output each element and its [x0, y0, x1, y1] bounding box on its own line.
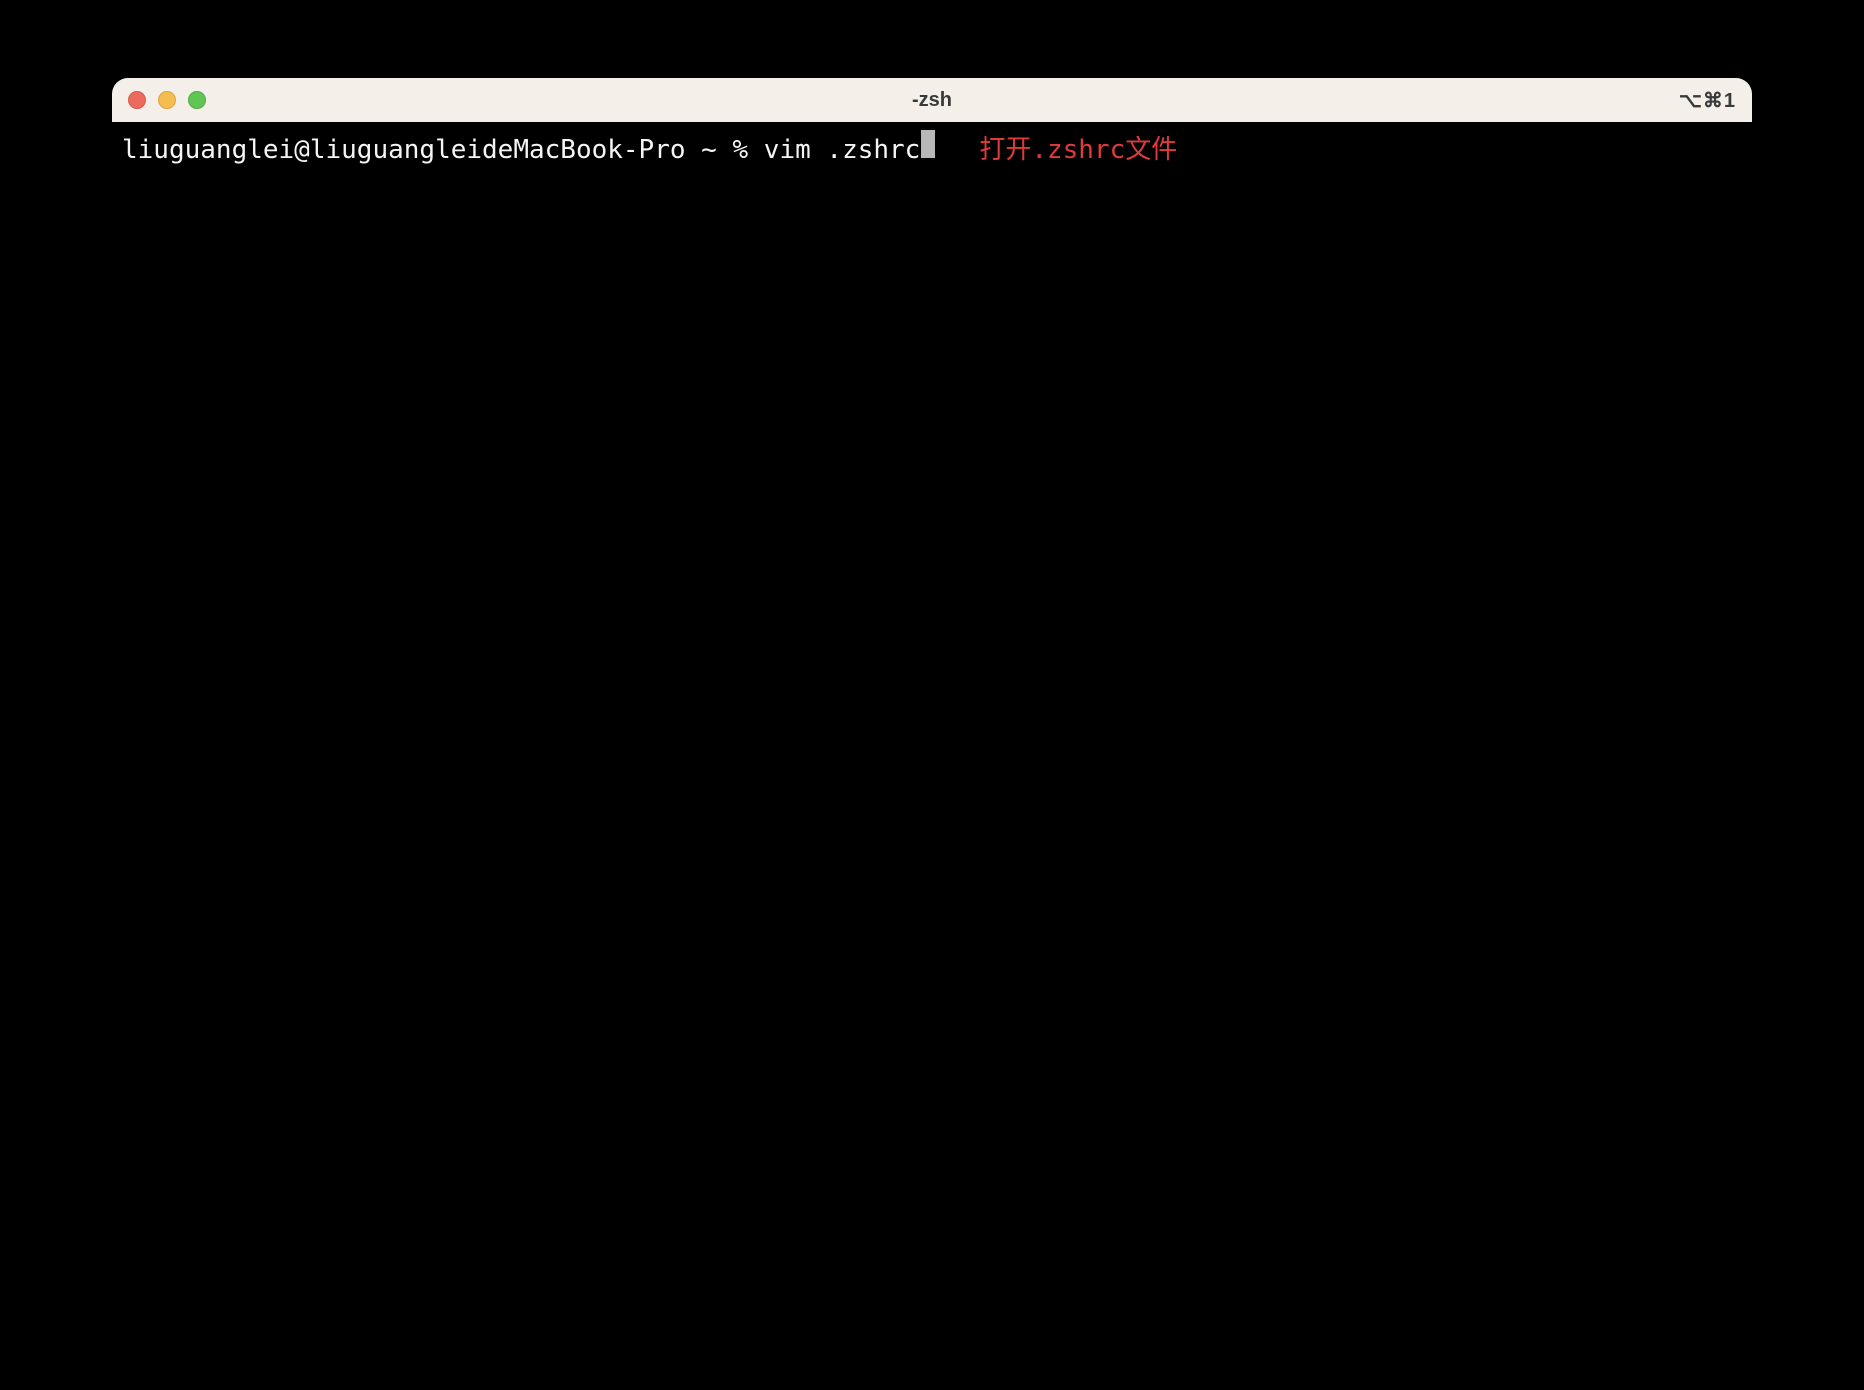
- terminal-window: -zsh ⌥⌘1 liuguanglei@liuguangleideMacBoo…: [112, 78, 1752, 1238]
- shortcut-indicator: ⌥⌘1: [1679, 88, 1736, 113]
- annotation-text: 打开.zshrc文件: [979, 132, 1177, 168]
- shell-prompt: liuguanglei@liuguangleideMacBook-Pro ~ %: [122, 132, 764, 168]
- title-bar: -zsh ⌥⌘1: [112, 78, 1752, 122]
- command-text: vim .zshrc: [764, 132, 921, 168]
- window-title: -zsh: [912, 89, 952, 112]
- maximize-button[interactable]: [188, 91, 206, 109]
- traffic-lights: [128, 91, 206, 109]
- terminal-body[interactable]: liuguanglei@liuguangleideMacBook-Pro ~ %…: [112, 122, 1752, 1238]
- minimize-button[interactable]: [158, 91, 176, 109]
- terminal-line: liuguanglei@liuguangleideMacBook-Pro ~ %…: [122, 130, 1742, 168]
- cursor-icon: [921, 130, 935, 158]
- close-button[interactable]: [128, 91, 146, 109]
